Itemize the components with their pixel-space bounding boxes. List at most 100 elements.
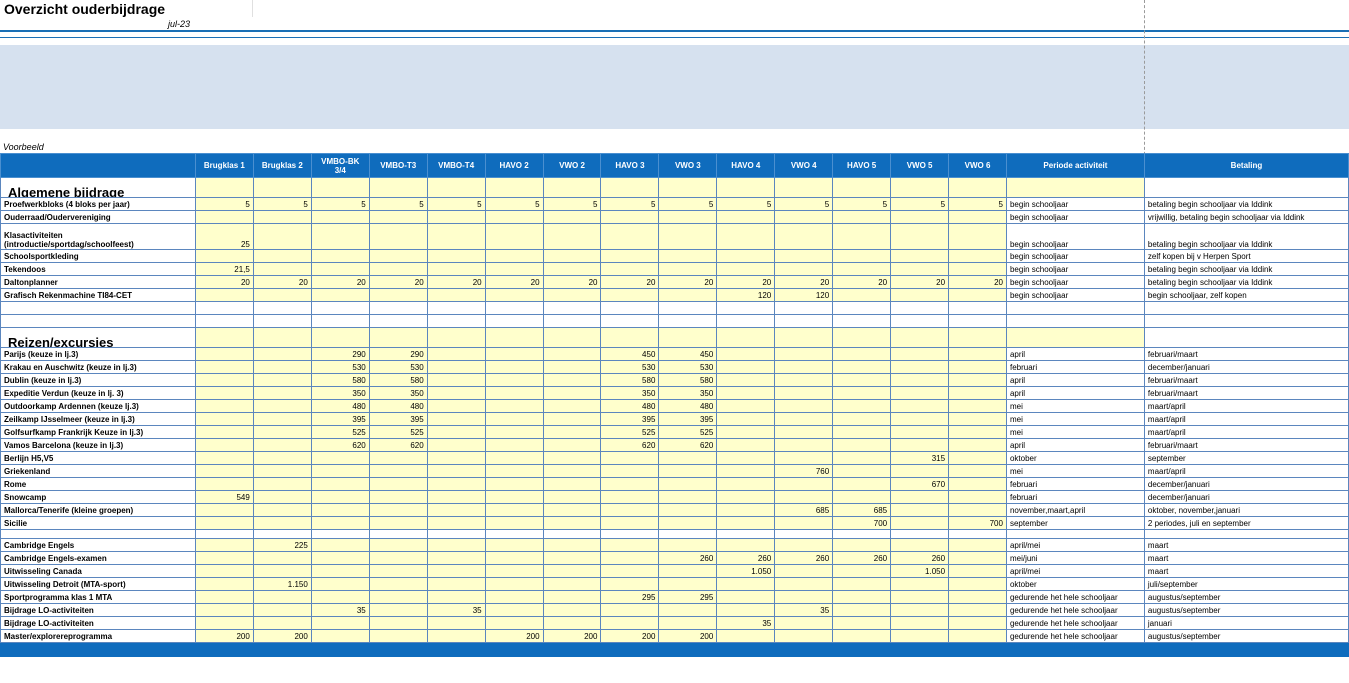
value-cell[interactable]: [310, 223, 370, 250]
row-label[interactable]: Golfsurfkamp Frankrijk Keuze in lj.3): [0, 425, 196, 439]
value-cell[interactable]: [948, 425, 1007, 439]
periode-cell[interactable]: februari: [1005, 490, 1145, 504]
value-cell[interactable]: [484, 327, 544, 348]
value-cell[interactable]: [774, 373, 834, 387]
periode-cell[interactable]: september: [1005, 516, 1145, 530]
value-cell[interactable]: [890, 223, 950, 250]
value-cell[interactable]: [542, 616, 602, 630]
value-cell[interactable]: [832, 451, 892, 465]
value-cell[interactable]: [484, 386, 544, 400]
value-cell[interactable]: [484, 616, 544, 630]
value-cell[interactable]: [774, 249, 834, 263]
value-cell[interactable]: 20: [890, 275, 950, 289]
value-cell[interactable]: [890, 464, 950, 478]
periode-cell[interactable]: februari: [1005, 360, 1145, 374]
periode-cell[interactable]: mei: [1005, 412, 1145, 426]
value-cell[interactable]: [832, 412, 892, 426]
column-header[interactable]: VMBO-T4: [426, 153, 486, 178]
value-cell[interactable]: [774, 438, 834, 452]
empty-cell[interactable]: [832, 301, 892, 315]
empty-cell[interactable]: [658, 301, 718, 315]
periode-cell[interactable]: begin schooljaar: [1005, 262, 1145, 276]
value-cell[interactable]: 20: [368, 275, 428, 289]
value-cell[interactable]: 25: [194, 223, 254, 250]
value-cell[interactable]: [948, 210, 1007, 224]
value-cell[interactable]: [368, 503, 428, 517]
value-cell[interactable]: [310, 464, 370, 478]
value-cell[interactable]: [948, 551, 1007, 565]
value-cell[interactable]: [426, 438, 486, 452]
value-cell[interactable]: [194, 177, 254, 198]
value-cell[interactable]: [948, 477, 1007, 491]
value-cell[interactable]: [542, 177, 602, 198]
value-cell[interactable]: 20: [252, 275, 312, 289]
value-cell[interactable]: [832, 386, 892, 400]
betaling-cell[interactable]: maart: [1143, 564, 1349, 578]
value-cell[interactable]: [426, 327, 486, 348]
value-cell[interactable]: [310, 288, 370, 302]
value-cell[interactable]: [890, 249, 950, 263]
empty-cell[interactable]: [948, 301, 1007, 315]
value-cell[interactable]: [658, 538, 718, 552]
value-cell[interactable]: [832, 564, 892, 578]
value-cell[interactable]: [948, 360, 1007, 374]
value-cell[interactable]: [832, 210, 892, 224]
empty-cell[interactable]: [0, 301, 196, 315]
value-cell[interactable]: [948, 412, 1007, 426]
column-header[interactable]: VWO 5: [890, 153, 950, 178]
periode-cell[interactable]: mei: [1005, 464, 1145, 478]
value-cell[interactable]: [948, 616, 1007, 630]
value-cell[interactable]: [368, 629, 428, 643]
value-cell[interactable]: 480: [600, 399, 660, 413]
value-cell[interactable]: [484, 603, 544, 617]
column-header[interactable]: HAVO 2: [484, 153, 544, 178]
value-cell[interactable]: [948, 177, 1007, 198]
value-cell[interactable]: [542, 538, 602, 552]
value-cell[interactable]: 580: [658, 373, 718, 387]
value-cell[interactable]: 450: [658, 347, 718, 361]
column-header[interactable]: Periode activiteit: [1005, 153, 1145, 178]
empty-cell[interactable]: [310, 314, 370, 328]
betaling-cell[interactable]: betaling begin schooljaar via Iddink: [1143, 223, 1349, 250]
periode-cell[interactable]: oktober: [1005, 451, 1145, 465]
value-cell[interactable]: [310, 577, 370, 591]
value-cell[interactable]: [426, 629, 486, 643]
value-cell[interactable]: [194, 399, 254, 413]
value-cell[interactable]: [194, 386, 254, 400]
value-cell[interactable]: [194, 551, 254, 565]
value-cell[interactable]: [948, 288, 1007, 302]
value-cell[interactable]: [194, 451, 254, 465]
value-cell[interactable]: [542, 451, 602, 465]
value-cell[interactable]: 530: [310, 360, 370, 374]
value-cell[interactable]: [542, 373, 602, 387]
value-cell[interactable]: [774, 360, 834, 374]
value-cell[interactable]: [600, 477, 660, 491]
column-header[interactable]: VWO 2: [542, 153, 602, 178]
value-cell[interactable]: [774, 564, 834, 578]
value-cell[interactable]: [484, 590, 544, 604]
column-header[interactable]: Brugklas 2: [252, 153, 312, 178]
betaling-cell[interactable]: februari/maart: [1143, 373, 1349, 387]
value-cell[interactable]: [426, 577, 486, 591]
value-cell[interactable]: [716, 451, 776, 465]
value-cell[interactable]: 1.150: [252, 577, 312, 591]
value-cell[interactable]: [426, 347, 486, 361]
value-cell[interactable]: [252, 551, 312, 565]
value-cell[interactable]: [948, 577, 1007, 591]
value-cell[interactable]: [948, 438, 1007, 452]
value-cell[interactable]: [484, 223, 544, 250]
value-cell[interactable]: [832, 438, 892, 452]
value-cell[interactable]: [252, 249, 312, 263]
value-cell[interactable]: [600, 538, 660, 552]
value-cell[interactable]: 35: [716, 616, 776, 630]
row-label[interactable]: Bijdrage LO-activiteiten: [0, 616, 196, 630]
column-header[interactable]: HAVO 4: [716, 153, 776, 178]
value-cell[interactable]: [600, 490, 660, 504]
value-cell[interactable]: 21,5: [194, 262, 254, 276]
value-cell[interactable]: [368, 590, 428, 604]
value-cell[interactable]: [194, 538, 254, 552]
empty-cell[interactable]: [948, 314, 1007, 328]
betaling-cell[interactable]: augustus/september: [1143, 603, 1349, 617]
value-cell[interactable]: [716, 360, 776, 374]
betaling-cell[interactable]: [1143, 177, 1349, 198]
